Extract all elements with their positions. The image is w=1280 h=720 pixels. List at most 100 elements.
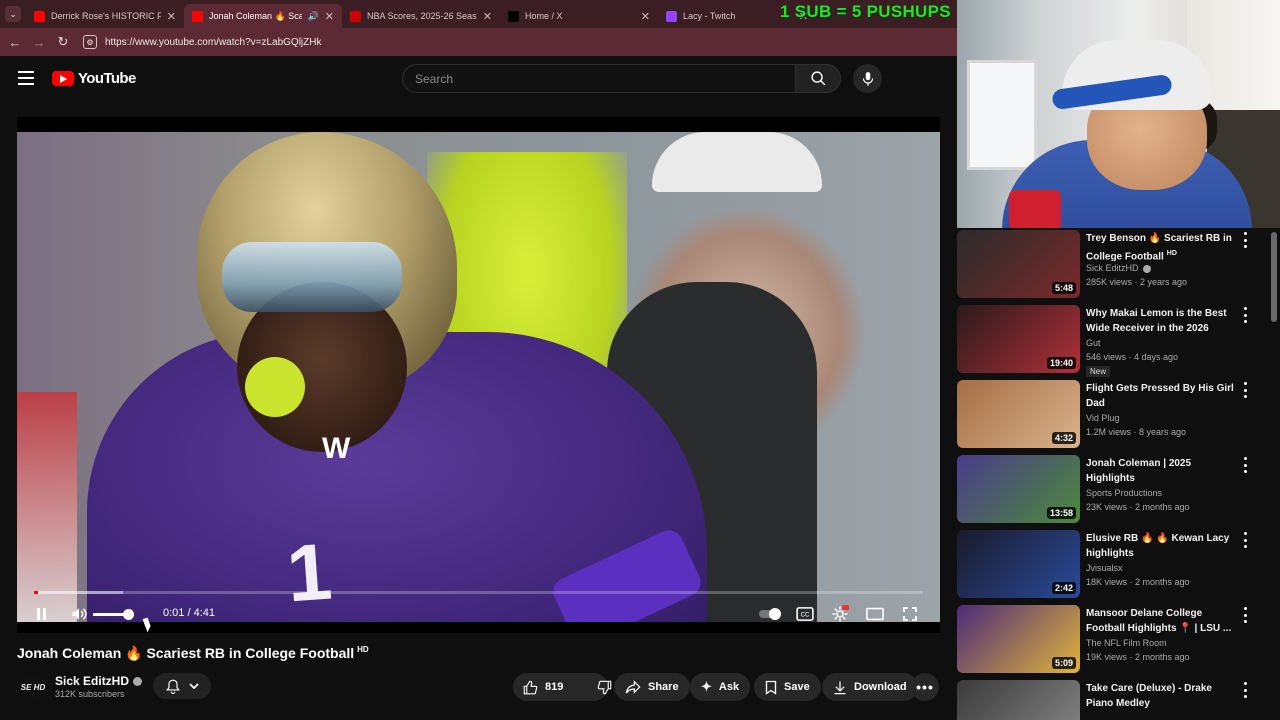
recommended-channel-name[interactable]: The NFL Film Room [1086,638,1167,648]
recommended-video[interactable]: 5:09 Mansoor Delane College Football High… [957,604,1267,676]
browser-tab[interactable]: Derrick Rose's HISTORIC Playoff ✕ [26,4,184,28]
close-tab-icon[interactable]: ✕ [641,10,650,23]
recommended-video[interactable]: Take Care (Deluxe) - Drake Piano Medley [957,679,1267,720]
progress-bar[interactable] [34,591,923,594]
ask-button[interactable]: ✦ Ask [690,673,751,701]
recommended-video[interactable]: 5:48 Trey Benson 🔥 Scariest RB in College… [957,229,1267,301]
recommended-video-title[interactable]: Why Makai Lemon is the Best Wide Receive… [1086,306,1238,336]
channel-name[interactable]: Sick EditzHD [55,674,143,688]
tab-search-button[interactable]: ⌄ [0,0,26,28]
more-actions-button[interactable]: ••• [911,673,939,701]
recommended-channel-name[interactable]: Jvisualsx [1086,563,1123,573]
url-field[interactable]: ⚙ https://www.youtube.com/watch?v=zLabGQ… [83,32,943,52]
reload-button[interactable]: ↻ [51,30,75,54]
video-frame[interactable]: W 1 [17,132,940,622]
youtube-logo-text: YouTube [78,70,136,87]
channel-action-row: SE HD Sick EditzHD 312K subscribers 819 … [17,672,940,702]
youtube-logo[interactable]: YouTube [52,70,136,87]
subscriber-count: 312K subscribers [55,689,125,699]
forward-button[interactable]: → [27,30,51,54]
video-thumbnail[interactable]: 5:09 [957,605,1080,673]
recommended-video[interactable]: 2:42 Elusive RB 🔥 🔥 Kewan Lacy highlights… [957,529,1267,601]
search-box[interactable] [402,64,796,93]
search-input[interactable] [415,71,795,86]
channel-name-text: Vid Plug [1086,413,1120,423]
fullscreen-button[interactable] [897,601,923,627]
more-vertical-icon[interactable] [1241,382,1249,398]
browser-tab[interactable]: NBA Scores, 2025-26 Season - ✕ [342,4,500,28]
download-button[interactable]: Download [822,673,918,701]
recommended-video-title[interactable]: Take Care (Deluxe) - Drake Piano Medley [1086,681,1238,711]
video-player[interactable]: W 1 0:01 / 4:41 CC [17,117,940,633]
volume-knob[interactable] [123,609,134,620]
channel-name-text: Sick EditzHD [55,674,130,688]
hd-badge: HD [1166,250,1177,257]
save-button[interactable]: Save [754,673,821,701]
youtube-icon [192,10,203,22]
video-thumbnail[interactable]: 5:48 [957,230,1080,298]
tab-audio-icon[interactable]: 🔊 [308,11,319,22]
recommended-video[interactable]: 13:58 Jonah Coleman | 2025 Highlights Spor… [957,454,1267,526]
theater-mode-button[interactable] [862,601,888,627]
sidebar-scrollbar[interactable] [1271,232,1277,322]
recommended-video-title[interactable]: Elusive RB 🔥 🔥 Kewan Lacy highlights [1086,531,1238,561]
subtitles-button[interactable]: CC [792,601,818,627]
search-button[interactable] [795,64,841,93]
more-vertical-icon[interactable] [1241,457,1249,473]
youtube-icon [34,10,45,22]
browser-tab[interactable]: Home / X ✕ [500,4,658,28]
recommended-channel-name[interactable]: Gut [1086,338,1101,348]
video-thumbnail[interactable]: 13:58 [957,455,1080,523]
tab-title: Lacy - Twitch [683,11,736,21]
autoplay-toggle[interactable] [757,601,783,627]
recommended-channel-name[interactable]: Vid Plug [1086,413,1119,423]
channel-name-text: Sports Productions [1086,488,1163,498]
share-button[interactable]: Share [614,673,690,701]
arrow-right-icon: → [32,34,46,50]
recommended-video-title[interactable]: Flight Gets Pressed By His Girl Dad [1086,381,1238,411]
video-thumbnail[interactable]: 19:40 [957,305,1080,373]
more-vertical-icon[interactable] [1241,232,1249,248]
recommended-video[interactable]: 4:32 Flight Gets Pressed By His Girl Dad V… [957,379,1267,451]
site-info-icon[interactable]: ⚙ [83,35,97,49]
back-button[interactable]: ← [3,30,27,54]
more-vertical-icon[interactable] [1241,532,1249,548]
channel-name-text: Jvisualsx [1086,563,1123,573]
video-thumbnail[interactable]: 4:32 [957,380,1080,448]
channel-avatar[interactable]: SE HD [19,676,47,698]
more-vertical-icon[interactable] [1241,682,1249,698]
download-icon [834,680,846,694]
recommended-video-title-text: Elusive RB 🔥 🔥 Kewan Lacy highlights [1086,533,1230,559]
browser-tab[interactable]: Jonah Coleman 🔥 Scariest 🔊 ✕ [184,4,342,28]
notification-bell-button[interactable] [153,673,211,699]
like-button[interactable]: 819 [513,673,573,701]
more-vertical-icon[interactable] [1241,307,1249,323]
pause-button[interactable] [31,601,51,627]
recommended-video-meta: 23K views · 2 months ago [1086,502,1190,512]
voice-search-button[interactable] [853,64,882,93]
recommended-video-title[interactable]: Trey Benson 🔥 Scariest RB in College Foo… [1086,231,1238,261]
recommended-channel-name[interactable]: Sports Productions [1086,488,1162,498]
recommended-video[interactable]: 19:40 Why Makai Lemon is the Best Wide Re… [957,304,1267,377]
theater-icon [866,607,884,621]
close-tab-icon[interactable]: ✕ [167,10,176,23]
verified-icon [1142,264,1151,273]
settings-button[interactable] [827,601,853,627]
video-thumbnail[interactable] [957,680,1080,720]
verified-icon [133,677,143,687]
recommended-channel-name[interactable]: Sick EditzHD [1086,263,1151,273]
gear-icon [832,605,849,622]
reload-icon: ↻ [57,34,69,49]
video-thumbnail[interactable]: 2:42 [957,530,1080,598]
mute-button[interactable] [67,601,91,627]
more-vertical-icon[interactable] [1241,607,1249,623]
close-tab-icon[interactable]: ✕ [325,10,334,23]
close-tab-icon[interactable]: ✕ [483,10,492,23]
recommended-video-title[interactable]: Jonah Coleman | 2025 Highlights [1086,456,1238,486]
video-duration: 5:09 [1051,657,1076,669]
bell-icon [165,679,180,694]
recommended-video-title[interactable]: Mansoor Delane College Football Highligh… [1086,606,1238,636]
volume-slider[interactable] [93,609,134,620]
menu-icon[interactable] [18,71,34,85]
video-title: Jonah Coleman 🔥 Scariest RB in College F… [17,645,369,662]
